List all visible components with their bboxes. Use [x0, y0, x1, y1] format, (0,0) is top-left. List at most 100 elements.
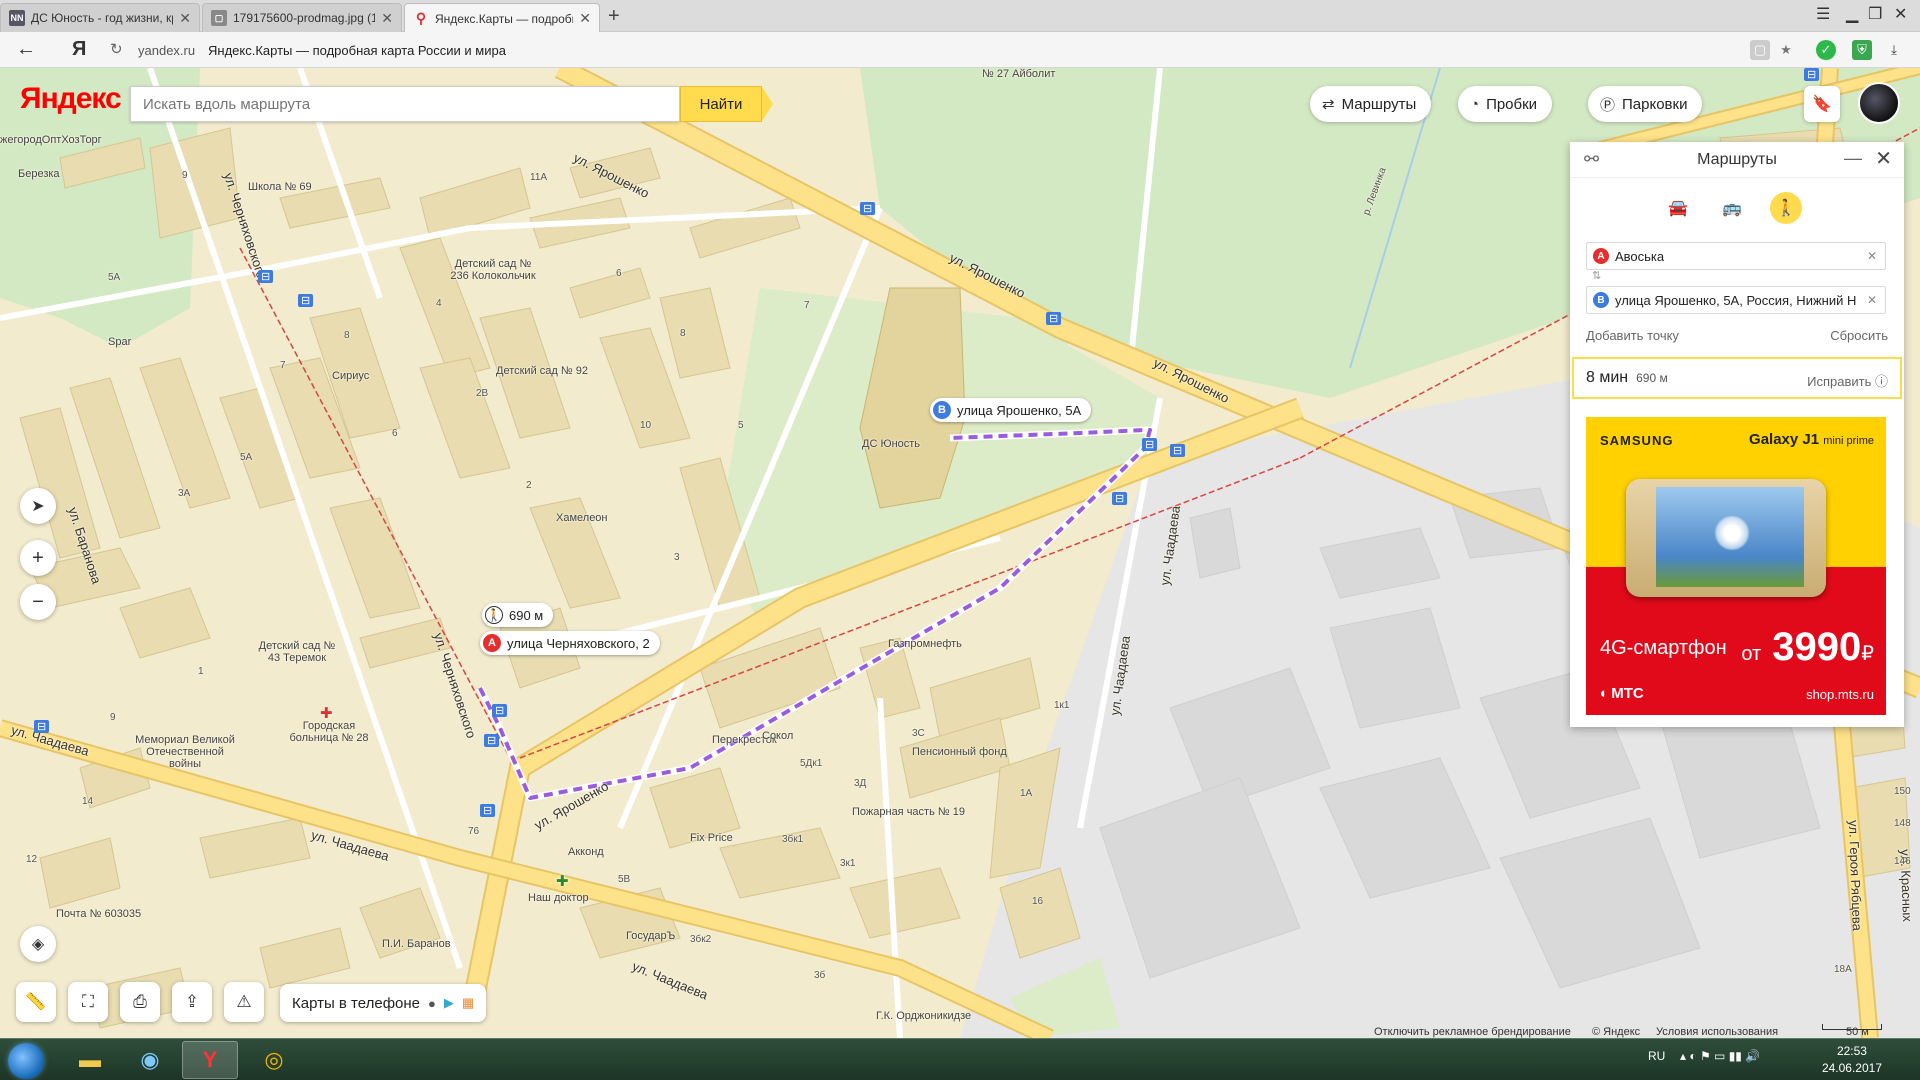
browser-tab[interactable]: NN ДС Юность - год жизни, кр ✕: [0, 3, 200, 32]
window-close-icon[interactable]: ✕: [1894, 4, 1907, 24]
reset-link[interactable]: Сбросить: [1830, 328, 1888, 343]
page-icon[interactable]: ▢: [1750, 40, 1770, 60]
poi-label[interactable]: Почта № 603035: [56, 908, 141, 920]
bookmark-button[interactable]: 🔖: [1804, 86, 1840, 122]
maximize-icon[interactable]: ❐: [1868, 4, 1882, 24]
bus-stop-icon[interactable]: ⊟: [1112, 492, 1128, 505]
poi-label[interactable]: П.И. Баранов: [382, 938, 451, 950]
bus-stop-icon[interactable]: ⊟: [480, 804, 496, 817]
bus-stop-icon[interactable]: ⊟: [492, 704, 508, 717]
explorer-taskbar-button[interactable]: ▬: [62, 1041, 118, 1079]
ruler-button[interactable]: 📏: [16, 982, 56, 1022]
route-start-marker[interactable]: A улица Черняховского, 2: [480, 631, 660, 655]
minimize-panel-icon[interactable]: —: [1844, 148, 1862, 169]
advertisement-banner[interactable]: SAMSUNG Galaxy J1 mini prime 4G-смартфон…: [1586, 417, 1886, 715]
back-arrow-icon[interactable]: ←: [16, 38, 36, 61]
poi-label[interactable]: Наш доктор: [528, 892, 589, 904]
disable-branding-link[interactable]: Отключить рекламное брендирование: [1374, 1026, 1571, 1038]
poi-label[interactable]: Сокол: [762, 730, 793, 742]
url-page-title[interactable]: Яндекс.Карты — подробная карта России и …: [208, 43, 506, 58]
bus-stop-icon[interactable]: ⊟: [1804, 68, 1820, 81]
pedestrian-mode-button[interactable]: 🚶: [1770, 192, 1802, 224]
search-box[interactable]: [130, 86, 680, 122]
poi-label[interactable]: Сириус: [332, 370, 369, 382]
poi-label[interactable]: Fix Price: [690, 832, 733, 844]
search-input[interactable]: [131, 87, 679, 121]
bus-stop-icon[interactable]: ⊟: [860, 202, 876, 215]
bus-stop-icon[interactable]: ⊟: [1170, 444, 1186, 457]
url-domain[interactable]: yandex.ru: [138, 43, 195, 58]
transit-mode-button[interactable]: 🚌: [1716, 192, 1748, 224]
poi-label[interactable]: Детский сад № 43 Теремок: [252, 640, 342, 664]
poi-label[interactable]: Пенсионный фонд: [912, 746, 1007, 758]
geolocation-button[interactable]: ➤: [20, 488, 56, 524]
close-icon[interactable]: ✕: [381, 10, 393, 27]
close-icon[interactable]: ✕: [579, 10, 591, 27]
poi-label[interactable]: жегородОптХозТорг: [0, 134, 102, 146]
poi-label[interactable]: Пожарная часть № 19: [852, 806, 965, 818]
menu-icon[interactable]: ☰: [1816, 4, 1830, 24]
browser-tab-active[interactable]: ⚲ Яндекс.Карты — подробн ✕: [404, 3, 600, 33]
bus-stop-icon[interactable]: ⊟: [1142, 438, 1158, 451]
poi-label[interactable]: Мемориал Великой Отечественной войны: [130, 734, 240, 770]
layers-button[interactable]: ◈: [20, 926, 56, 962]
add-point-link[interactable]: Добавить точку: [1586, 328, 1679, 343]
bus-stop-icon[interactable]: ⊟: [1046, 312, 1062, 325]
terms-link[interactable]: Условия использования: [1656, 1026, 1778, 1038]
yandex-logo[interactable]: Яндекс: [20, 82, 122, 116]
system-clock[interactable]: 22:53 24.06.2017: [1822, 1043, 1882, 1077]
search-button[interactable]: Найти: [680, 86, 773, 122]
poi-label[interactable]: Г.К. Орджоникидзе: [876, 1010, 971, 1022]
waypoint-a-field[interactable]: A Авоська ✕: [1586, 242, 1886, 270]
poi-label[interactable]: Детский сад № 236 Колокольчик: [448, 258, 538, 282]
bus-stop-icon[interactable]: ⊟: [298, 294, 314, 307]
download-icon[interactable]: ⤓: [1884, 40, 1904, 60]
route-distance-marker[interactable]: 🚶 690 м: [482, 603, 554, 627]
user-avatar[interactable]: [1858, 82, 1900, 124]
route-end-marker[interactable]: B улица Ярошенко, 5А: [930, 398, 1092, 422]
swap-icon[interactable]: ⇅: [1592, 269, 1601, 282]
zoom-in-button[interactable]: +: [20, 540, 56, 576]
bus-stop-icon[interactable]: ⊟: [258, 270, 274, 283]
print-button[interactable]: ⎙: [120, 982, 160, 1022]
star-icon[interactable]: ★: [1776, 40, 1796, 60]
language-indicator[interactable]: RU: [1648, 1049, 1665, 1063]
clinic-cross-icon[interactable]: ✚: [556, 872, 569, 890]
close-icon[interactable]: ✕: [179, 10, 191, 27]
clear-icon[interactable]: ✕: [1867, 293, 1877, 307]
app-taskbar-button[interactable]: ◉: [122, 1041, 178, 1079]
poi-label[interactable]: Детский сад № 92: [496, 365, 588, 377]
poi-label[interactable]: ГосударЪ: [626, 930, 675, 942]
zoom-out-button[interactable]: −: [20, 584, 56, 620]
poi-label[interactable]: Spar: [108, 336, 131, 348]
poi-label[interactable]: Акконд: [568, 846, 604, 858]
traffic-button[interactable]: ◔ Пробки: [1458, 86, 1553, 122]
parking-button[interactable]: Ⓟ Парковки: [1588, 86, 1703, 122]
fix-link[interactable]: Исправить ⓘ: [1807, 371, 1888, 390]
yandex-browser-icon[interactable]: Я: [72, 38, 86, 61]
panorama-button[interactable]: ⛶: [68, 982, 108, 1022]
start-button[interactable]: [8, 1043, 44, 1079]
report-button[interactable]: ⚠: [224, 982, 264, 1022]
hospital-cross-icon[interactable]: ✚: [320, 704, 333, 722]
poi-label[interactable]: Городская больница № 28: [284, 720, 374, 744]
route-result[interactable]: 8 мин 690 м Исправить ⓘ: [1572, 357, 1902, 399]
clear-icon[interactable]: ✕: [1867, 249, 1877, 263]
chrome-taskbar-button[interactable]: ◎: [246, 1041, 302, 1079]
close-panel-icon[interactable]: ✕: [1875, 146, 1892, 171]
poi-label[interactable]: Березка: [18, 168, 60, 180]
checkmark-icon[interactable]: ✓: [1816, 40, 1836, 60]
tray-icons[interactable]: ▴ ◐ ⚑ ▭ ▮▮ 🔊: [1680, 1049, 1760, 1063]
browser-tab[interactable]: ▢ 179175600-prodmag.jpg (1920 ✕: [202, 3, 402, 32]
poi-label[interactable]: № 27 Айболит: [982, 68, 1055, 80]
reload-icon[interactable]: ↻: [110, 40, 123, 58]
waypoint-b-field[interactable]: B улица Ярошенко, 5А, Россия, Нижний Н ✕: [1586, 286, 1886, 314]
bus-stop-icon[interactable]: ⊟: [34, 720, 50, 733]
yandex-browser-taskbar-button[interactable]: Y: [182, 1041, 238, 1079]
poi-label[interactable]: ДС Юность: [862, 438, 920, 450]
mobile-apps-button[interactable]: Карты в телефоне ● ▶ ▦: [280, 984, 487, 1022]
poi-label[interactable]: Школа № 69: [248, 181, 312, 193]
car-mode-button[interactable]: 🚘: [1662, 192, 1694, 224]
poi-label[interactable]: Газпромнефть: [888, 638, 962, 650]
shield-icon[interactable]: ⛨: [1852, 40, 1872, 60]
